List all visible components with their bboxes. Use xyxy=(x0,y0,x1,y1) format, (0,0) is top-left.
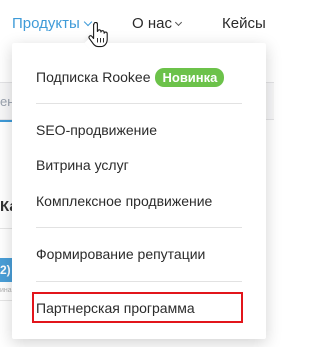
products-dropdown-menu: Подписка Rookee Новинка SEO-продвижение В… xyxy=(12,43,266,339)
background-active-tab-underline xyxy=(0,120,12,122)
new-badge: Новинка xyxy=(155,68,225,87)
menu-item-label: SEO-продвижение xyxy=(36,122,157,138)
menu-divider xyxy=(36,281,242,282)
menu-item-rookee-subscription[interactable]: Подписка Rookee Новинка xyxy=(36,68,225,87)
nav-cases[interactable]: Кейсы xyxy=(222,15,266,33)
background-blue-header-text: 2) xyxy=(0,263,11,277)
nav-products[interactable]: Продукты xyxy=(12,15,93,33)
menu-divider xyxy=(36,103,242,104)
hand-pointer-icon xyxy=(88,22,108,48)
menu-item-reputation[interactable]: Формирование репутации xyxy=(36,245,205,263)
background-tab-strip-right xyxy=(266,82,274,120)
background-small-text: ина xyxy=(0,287,12,294)
menu-divider xyxy=(36,227,242,228)
top-navigation: Продукты О нас Кейсы xyxy=(0,0,274,48)
menu-item-seo[interactable]: SEO-продвижение xyxy=(36,121,157,139)
menu-item-partner-program[interactable]: Партнерская программа xyxy=(36,299,195,317)
menu-item-label: Витрина услуг xyxy=(36,157,129,173)
background-divider xyxy=(0,228,12,229)
menu-item-label: Партнерская программа xyxy=(36,300,195,316)
background-divider-2 xyxy=(0,300,12,301)
menu-item-label: Подписка Rookee xyxy=(36,69,151,85)
chevron-down-icon xyxy=(174,18,183,27)
nav-about-label: О нас xyxy=(132,15,172,32)
menu-item-label: Формирование репутации xyxy=(36,246,206,262)
nav-cases-label: Кейсы xyxy=(222,15,266,32)
nav-products-label: Продукты xyxy=(12,15,80,32)
menu-item-services-showcase[interactable]: Витрина услуг xyxy=(36,156,129,174)
nav-about[interactable]: О нас xyxy=(132,15,183,33)
menu-item-complex-promotion[interactable]: Комплексное продвижение xyxy=(36,192,212,210)
menu-item-label: Комплексное продвижение xyxy=(36,193,213,209)
